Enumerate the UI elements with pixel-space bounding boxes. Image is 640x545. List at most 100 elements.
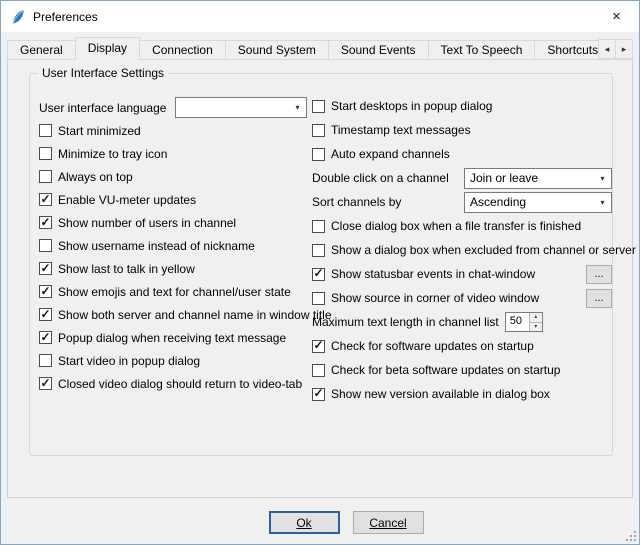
checkbox[interactable]: ✓ (39, 262, 52, 275)
checkbox-label[interactable]: Start minimized (58, 124, 141, 138)
spin-up-icon[interactable]: ▴ (529, 313, 542, 323)
checkbox-label[interactable]: Enable VU-meter updates (58, 193, 196, 207)
checkbox-label[interactable]: Show source in corner of video window (331, 291, 539, 305)
checkbox[interactable]: ✓ (312, 148, 325, 161)
check-icon: ✓ (40, 377, 50, 389)
checkbox-label[interactable]: Check for beta software updates on start… (331, 363, 560, 377)
checkbox[interactable]: ✓ (312, 340, 325, 353)
resize-grip[interactable] (624, 529, 637, 542)
tab-scroll-right-icon: ▸ (622, 44, 627, 55)
double-click-select[interactable]: Join or leave ▾ (464, 168, 612, 189)
checkbox[interactable]: ✓ (39, 216, 52, 229)
checkbox[interactable]: ✓ (312, 292, 325, 305)
checkbox-label[interactable]: Check for software updates on startup (331, 339, 534, 353)
checkbox-row: ✓ Enable VU-meter updates (39, 188, 307, 211)
checkbox[interactable]: ✓ (39, 285, 52, 298)
check-icon: ✓ (313, 339, 323, 351)
checkbox-label[interactable]: Show both server and channel name in win… (58, 308, 332, 322)
checkbox[interactable]: ✓ (39, 193, 52, 206)
tab-scroll-left-button[interactable]: ◂ (598, 39, 616, 59)
checkbox-label[interactable]: Start desktops in popup dialog (331, 99, 492, 113)
video-source-options-button[interactable]: ... (586, 289, 612, 308)
tab-display[interactable]: Display (75, 37, 140, 60)
checkbox-row: ✓ Start video in popup dialog (39, 349, 307, 372)
max-text-length-row: Maximum text length in channel list 50 ▴… (312, 310, 612, 334)
tab-scroll-right-button[interactable]: ▸ (615, 39, 633, 59)
checkbox-row: ✓ Show last to talk in yellow (39, 257, 307, 280)
checkbox-label[interactable]: Start video in popup dialog (58, 354, 200, 368)
checkbox[interactable]: ✓ (312, 364, 325, 377)
group-title: User Interface Settings (38, 66, 168, 80)
checkbox[interactable]: ✓ (39, 170, 52, 183)
combo-value: Join or leave (465, 171, 594, 185)
checkbox[interactable]: ✓ (39, 147, 52, 160)
tab-text-to-speech[interactable]: Text To Speech (428, 40, 536, 60)
checkbox-label[interactable]: Always on top (58, 170, 133, 184)
checkbox-label[interactable]: Show last to talk in yellow (58, 262, 195, 276)
checkbox[interactable]: ✓ (39, 239, 52, 252)
tab-sound-events[interactable]: Sound Events (328, 40, 429, 60)
checkbox-label[interactable]: Show a dialog box when excluded from cha… (331, 243, 636, 257)
checkbox-row: ✓ Show a dialog box when excluded from c… (312, 238, 612, 262)
checkbox-row: ✓ Popup dialog when receiving text messa… (39, 326, 307, 349)
checkbox[interactable]: ✓ (312, 388, 325, 401)
tab-scroll-left-icon: ◂ (605, 44, 610, 55)
sort-channels-row: Sort channels by Ascending ▾ (312, 190, 612, 214)
check-icon: ✓ (40, 285, 50, 297)
right-column: ✓ Start desktops in popup dialog ✓ Times… (312, 94, 612, 406)
checkbox-row: ✓ Timestamp text messages (312, 118, 612, 142)
max-text-length-spinner[interactable]: 50 ▴ ▾ (505, 312, 543, 332)
sort-channels-select[interactable]: Ascending ▾ (464, 192, 612, 213)
tab-connection[interactable]: Connection (139, 40, 226, 60)
checkbox-label[interactable]: Auto expand channels (331, 147, 450, 161)
statusbar-events-row: ✓ Show statusbar events in chat-window .… (312, 262, 612, 286)
close-button[interactable]: × (594, 1, 639, 32)
checkbox-label[interactable]: Show emojis and text for channel/user st… (58, 285, 291, 299)
checkbox[interactable]: ✓ (312, 244, 325, 257)
titlebar: Preferences × (1, 1, 639, 32)
checkbox-label[interactable]: Show number of users in channel (58, 216, 236, 230)
checkbox[interactable]: ✓ (39, 377, 52, 390)
checkbox[interactable]: ✓ (312, 100, 325, 113)
check-icon: ✓ (313, 267, 323, 279)
checkbox-label[interactable]: Show new version available in dialog box (331, 387, 550, 401)
checkbox-label[interactable]: Minimize to tray icon (58, 147, 167, 161)
checkbox[interactable]: ✓ (39, 308, 52, 321)
ok-button-label: Ok (296, 516, 311, 530)
checkbox[interactable]: ✓ (312, 268, 325, 281)
checkbox-row: ✓ Show emojis and text for channel/user … (39, 280, 307, 303)
spin-down-icon[interactable]: ▾ (529, 323, 542, 332)
checkbox[interactable]: ✓ (312, 124, 325, 137)
language-label: User interface language (39, 101, 166, 115)
checkbox[interactable]: ✓ (312, 220, 325, 233)
tab-sound-system[interactable]: Sound System (225, 40, 329, 60)
video-source-row: ✓ Show source in corner of video window … (312, 286, 612, 310)
checkbox-row: ✓ Close dialog box when a file transfer … (312, 214, 612, 238)
check-icon: ✓ (313, 387, 323, 399)
checkbox-label[interactable]: Close dialog box when a file transfer is… (331, 219, 581, 233)
checkbox-label[interactable]: Popup dialog when receiving text message (58, 331, 286, 345)
cancel-button[interactable]: Cancel (353, 511, 424, 534)
checkbox-label[interactable]: Show username instead of nickname (58, 239, 255, 253)
language-select[interactable]: ▾ (175, 97, 307, 118)
checkbox-row: ✓ Show number of users in channel (39, 211, 307, 234)
check-icon: ✓ (40, 193, 50, 205)
checkbox[interactable]: ✓ (39, 331, 52, 344)
ok-button[interactable]: Ok (269, 511, 340, 534)
tab-scroller: ◂ ▸ (599, 39, 633, 59)
checkbox[interactable]: ✓ (39, 124, 52, 137)
checkbox-label[interactable]: Closed video dialog should return to vid… (58, 377, 302, 391)
checkbox[interactable]: ✓ (39, 354, 52, 367)
chevron-down-icon: ▾ (594, 198, 611, 207)
user-interface-settings-group: User Interface Settings User interface l… (29, 73, 613, 456)
double-click-label: Double click on a channel (312, 171, 449, 185)
statusbar-events-options-button[interactable]: ... (586, 265, 612, 284)
tab-general[interactable]: General (7, 40, 76, 60)
checkbox-label[interactable]: Timestamp text messages (331, 123, 471, 137)
app-icon (10, 9, 26, 25)
left-column: User interface language ▾ ✓ Start minimi… (39, 96, 307, 395)
checkbox-label[interactable]: Show statusbar events in chat-window (331, 267, 535, 281)
checkbox-row: ✓ Start desktops in popup dialog (312, 94, 612, 118)
checkbox-row: ✓ Show username instead of nickname (39, 234, 307, 257)
checkbox-row: ✓ Closed video dialog should return to v… (39, 372, 307, 395)
